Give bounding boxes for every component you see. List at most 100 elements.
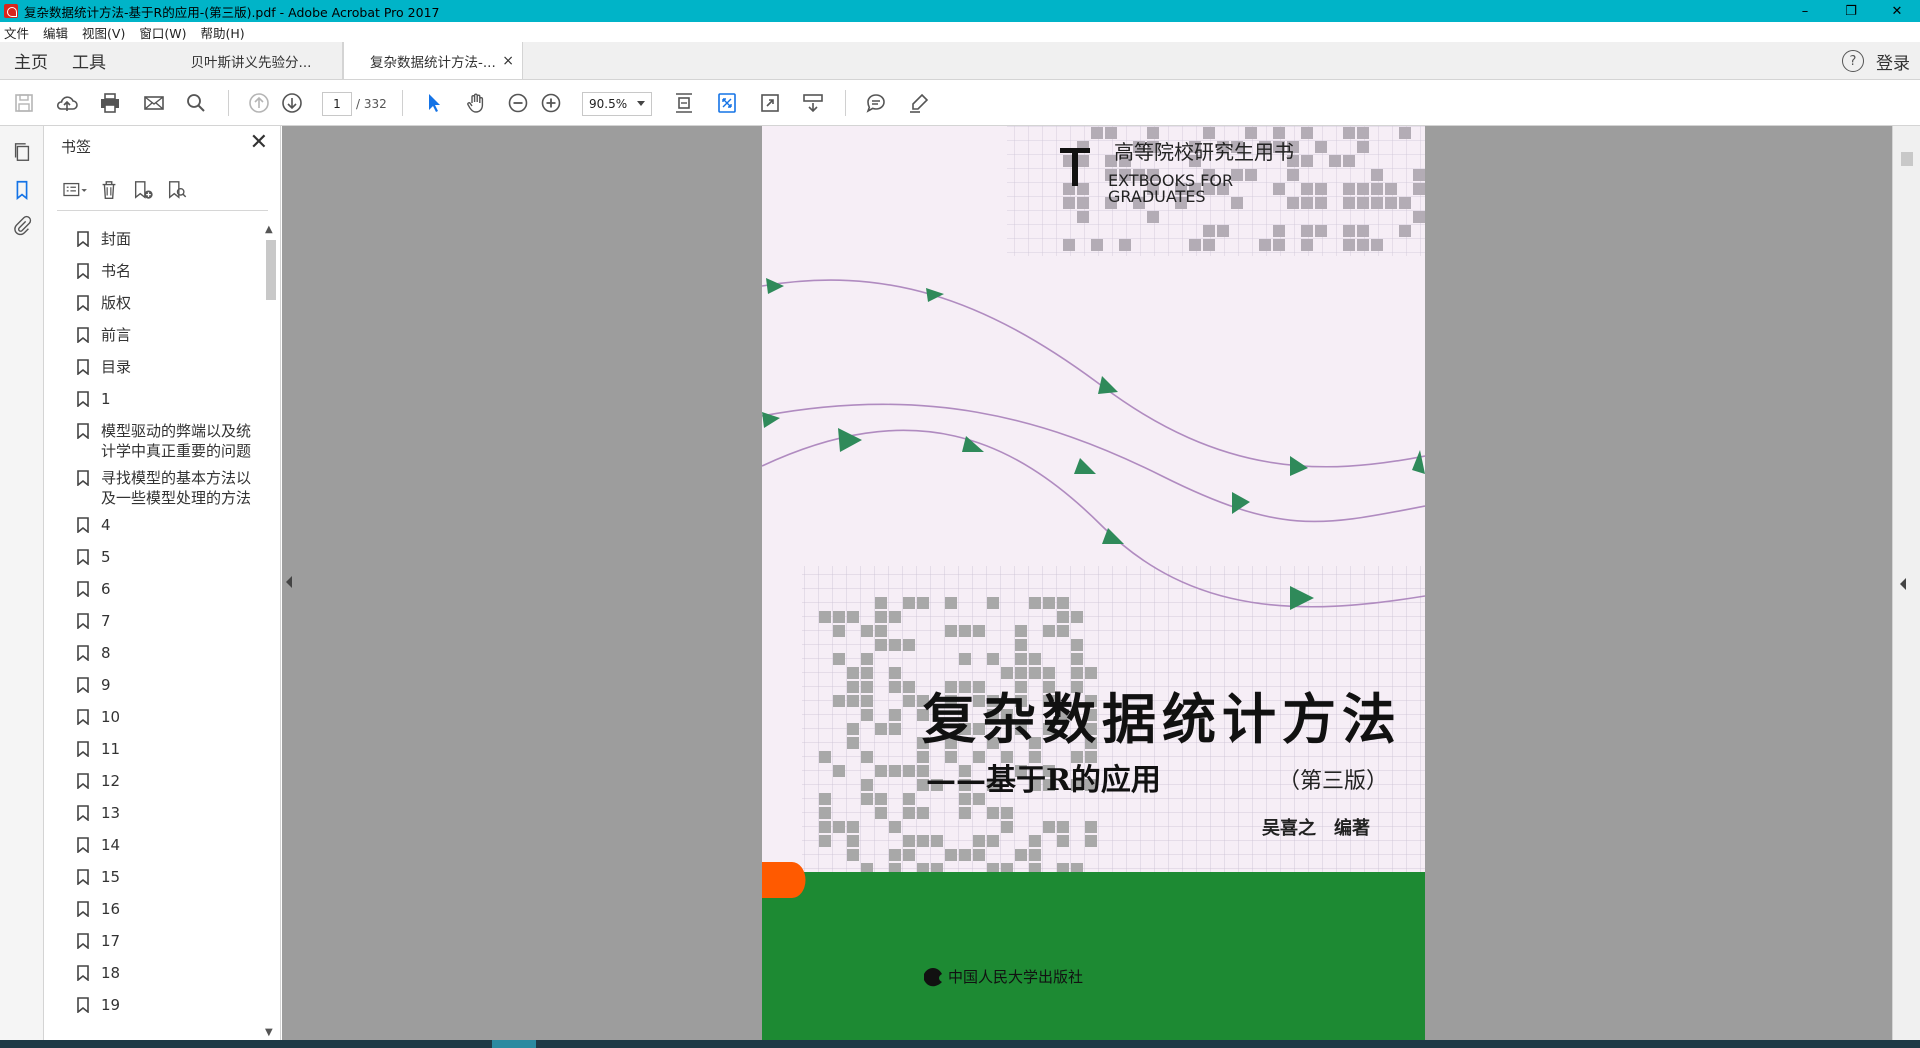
acrobat-icon [4,4,18,18]
bookmark-icon [77,263,89,279]
menu-file[interactable]: 文件 [4,23,29,42]
tab-document-bayes-label: 贝叶斯讲义先验分... [190,54,312,71]
bookmark-item[interactable]: 8 [45,636,261,668]
bookmark-item[interactable]: 书名 [45,254,261,286]
comment-icon[interactable] [862,89,890,117]
bookmark-item[interactable]: 18 [45,956,261,988]
bookmark-icon [77,997,89,1013]
bookmark-item[interactable]: 19 [45,988,261,1020]
bookmark-icon [77,805,89,821]
bookmark-item[interactable]: 5 [45,540,261,572]
search-icon[interactable] [182,89,210,117]
bookmark-item[interactable]: 12 [45,764,261,796]
bookmark-icon [77,359,89,375]
bookmark-label: 书名 [101,262,132,280]
bookmark-item[interactable]: 11 [45,732,261,764]
tab-tools[interactable]: 工具 [58,42,116,79]
bookmark-icon [77,613,89,629]
bookmark-label: 15 [101,868,121,886]
delete-bookmark-icon[interactable] [95,178,123,202]
tab-home[interactable]: 主页 [0,42,58,79]
bookmark-item[interactable]: 目录 [45,350,261,382]
zoom-in-icon[interactable] [537,89,565,117]
menu-help[interactable]: 帮助(H) [200,23,244,42]
fit-page-icon[interactable] [670,89,698,117]
bookmark-options-icon[interactable] [61,178,89,202]
bookmark-item[interactable]: 1 [45,382,261,414]
bookmark-item[interactable]: 版权 [45,286,261,318]
bookmark-scrollbar[interactable]: ▲ ▼ [264,222,276,1040]
bookmark-icon [77,965,89,981]
bookmark-label: 18 [101,964,121,982]
bookmark-item[interactable]: 寻找模型的基本方法以及一些模型处理的方法 [45,461,261,508]
next-page-icon[interactable] [278,89,306,117]
bookmarks-panel-icon[interactable] [10,178,34,202]
scroll-down-arrow[interactable]: ▼ [265,1027,273,1038]
login-button[interactable]: 登录 [1876,49,1910,74]
publisher-name: 中国人民大学出版社 [948,968,1083,986]
scroll-mode-icon[interactable] [799,89,827,117]
bookmark-item[interactable]: 15 [45,860,261,892]
bookmark-label: 封面 [101,230,132,248]
select-cursor-icon[interactable] [420,89,448,117]
restore-button[interactable]: ❐ [1828,0,1874,22]
bookmark-item[interactable]: 封面 [45,222,261,254]
page-number-input[interactable]: 1 [322,92,352,116]
find-bookmark-icon[interactable] [163,178,191,202]
book-author: 吴喜之 编著 [1262,817,1370,839]
bookmark-item[interactable]: 模型驱动的弊端以及统计学中真正重要的问题 [45,414,261,461]
email-icon[interactable] [140,89,168,117]
bookmark-icon [77,645,89,661]
save-icon[interactable] [10,89,38,117]
page-thumbnails-icon[interactable] [10,140,34,164]
expand-icon[interactable] [756,89,784,117]
bookmark-item[interactable]: 前言 [45,318,261,350]
previous-page-icon[interactable] [245,89,273,117]
chevron-down-icon [637,101,645,106]
bookmark-item[interactable]: 7 [45,604,261,636]
bookmark-icon [77,517,89,533]
menu-edit[interactable]: 编辑 [43,23,68,42]
menu-window[interactable]: 窗口(W) [139,23,186,42]
navigation-rail [0,126,44,1040]
cloud-upload-icon[interactable] [53,89,81,117]
tab-close-icon[interactable]: × [502,53,514,69]
bookmark-item[interactable]: 14 [45,828,261,860]
document-scrollbar[interactable] [1892,126,1920,1040]
bookmark-item[interactable]: 9 [45,668,261,700]
bookmark-label: 11 [101,740,121,758]
close-panel-icon[interactable]: ✕ [250,132,268,154]
book-subtitle: ——基于R的应用 [926,763,1161,798]
bookmark-item[interactable]: 16 [45,892,261,924]
full-screen-fit-icon[interactable] [713,89,741,117]
bookmark-item[interactable]: 4 [45,508,261,540]
bookmark-icon [77,549,89,565]
collapse-panel-arrow[interactable] [286,576,292,588]
taskbar-active-app[interactable] [492,1040,536,1048]
menu-view[interactable]: 视图(V) [82,23,125,42]
hand-tool-icon[interactable] [462,89,490,117]
expand-right-panel-arrow[interactable] [1900,578,1906,590]
highlight-pen-icon[interactable] [905,89,933,117]
series-chinese-title: 高等院校研究生用书 [1114,140,1294,164]
bookmark-item[interactable]: 13 [45,796,261,828]
new-bookmark-icon[interactable] [129,178,157,202]
bookmark-item[interactable]: 17 [45,924,261,956]
tab-document-bayes[interactable]: 贝叶斯讲义先验分... [160,42,343,79]
scroll-up-arrow[interactable]: ▲ [265,224,273,235]
bookmark-item[interactable]: 10 [45,700,261,732]
tab-document-current[interactable]: 复杂数据统计方法-... × [343,42,523,79]
toolbar: 1 / 332 90.5% [0,80,1920,126]
document-scrollbar-thumb[interactable] [1901,152,1913,166]
attachments-icon[interactable] [10,214,34,238]
scrollbar-thumb[interactable] [266,240,276,300]
bookmark-item[interactable]: 6 [45,572,261,604]
help-icon[interactable]: ? [1842,50,1864,72]
print-icon[interactable] [96,89,124,117]
close-window-button[interactable]: ✕ [1874,0,1920,22]
bookmark-label: 前言 [101,326,132,344]
zoom-out-icon[interactable] [504,89,532,117]
zoom-level-select[interactable]: 90.5% [582,92,652,116]
bookmark-label: 9 [101,676,111,694]
minimize-button[interactable]: – [1782,0,1828,22]
